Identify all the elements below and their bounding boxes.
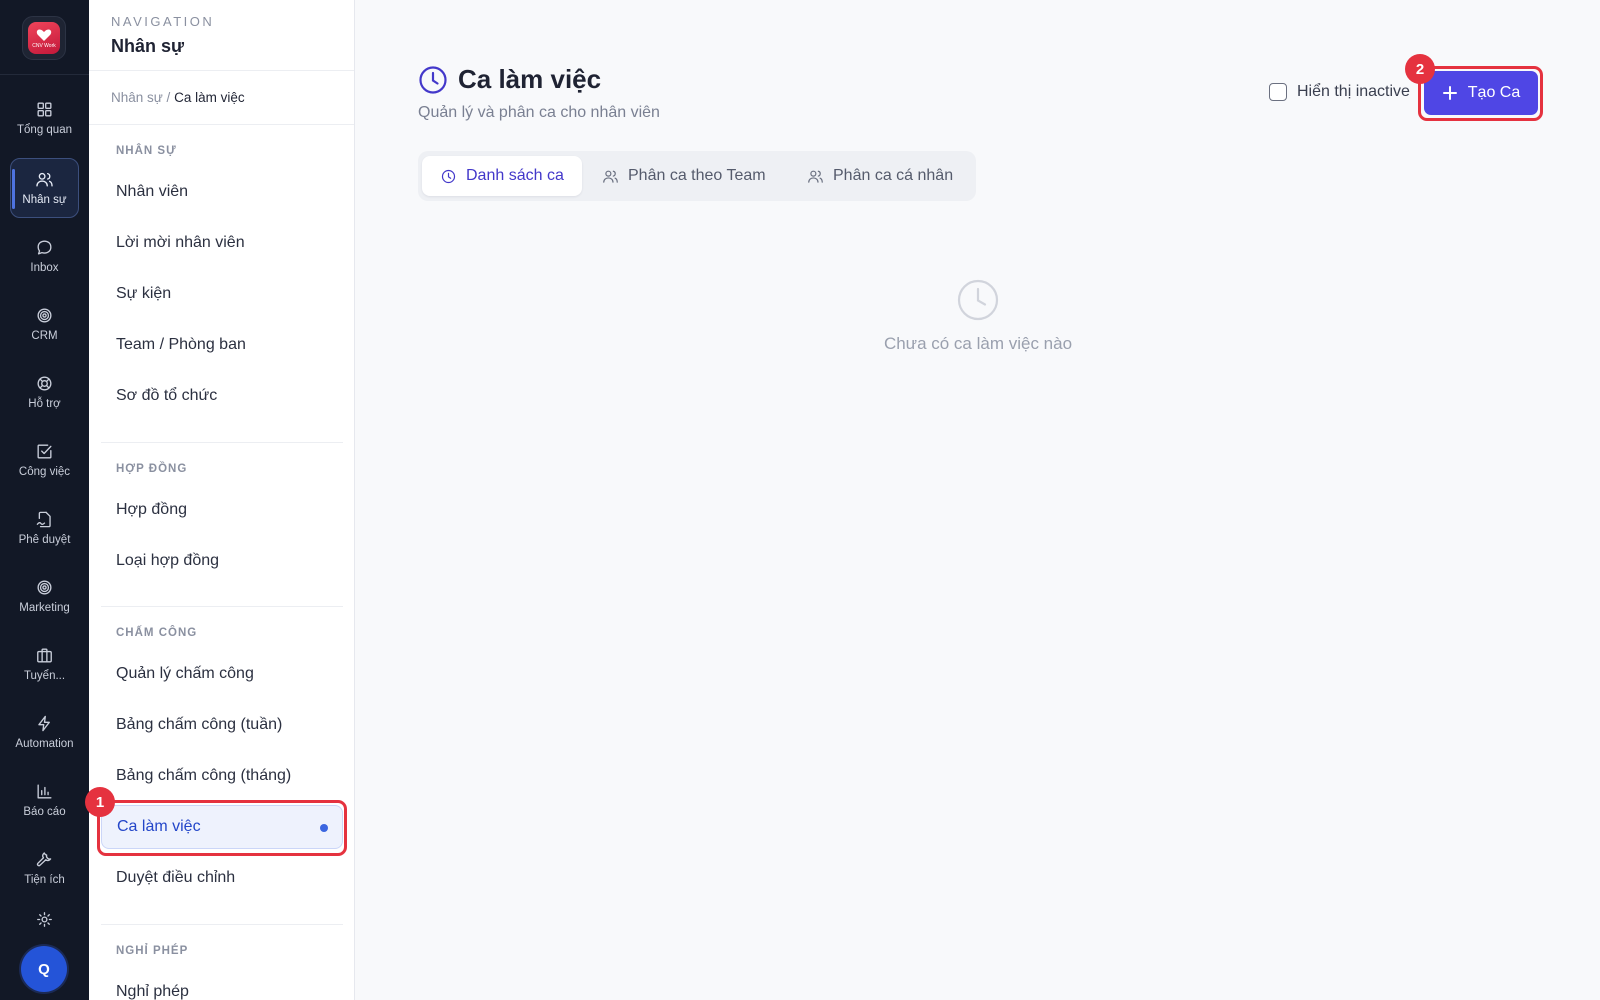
section-divider (101, 924, 343, 925)
rail-item-inbox[interactable]: Inbox (10, 226, 79, 286)
clock-icon (957, 279, 999, 321)
nav-item-nghi-phep[interactable]: Nghỉ phép (101, 970, 343, 1000)
rail-item-crm[interactable]: CRM (10, 294, 79, 354)
nav-item-su-kien[interactable]: Sự kiện (101, 272, 343, 316)
nav-divider (89, 70, 354, 71)
empty-state-text: Chưa có ca làm việc nào (883, 334, 1073, 353)
page-title: Ca làm việc (458, 64, 602, 94)
nav-title: Nhân sự (111, 36, 185, 56)
rail-item-tuyen-dung[interactable]: Tuyển... (10, 634, 79, 694)
tab-phan-ca-ca-nhan[interactable]: Phân ca cá nhân (789, 156, 971, 196)
users-icon (808, 170, 823, 183)
nav-item-ca-lam-viec[interactable]: Ca làm việc (101, 805, 343, 849)
nav-item-quan-ly-cham-cong[interactable]: Quản lý chấm công (101, 652, 343, 696)
rail-item-label: Báo cáo (23, 806, 66, 818)
rail-item-tien-ich[interactable]: Tiện ích (10, 838, 79, 898)
active-indicator-dot (320, 824, 328, 832)
rail-item-label: Tiện ích (24, 874, 65, 886)
nav-item-label: Ca làm việc (117, 818, 201, 835)
tab-bar: Danh sách ca Phân ca theo Team Phân ca c… (418, 151, 976, 201)
nav-item-hop-dong[interactable]: Hợp đồng (101, 488, 343, 532)
nav-item-so-do-to-chuc[interactable]: Sơ đồ tổ chức (101, 374, 343, 418)
plus-icon (1442, 86, 1457, 100)
grid-icon (37, 102, 52, 117)
bar-chart-icon (37, 784, 52, 799)
rail-item-marketing[interactable]: Marketing (10, 566, 79, 626)
rail-item-automation[interactable]: Automation (10, 702, 79, 762)
create-shift-button[interactable]: Tạo Ca (1424, 71, 1538, 115)
section-label-hop-dong: HỢP ĐỒNG (116, 463, 188, 475)
lightning-icon (38, 715, 50, 732)
wrench-icon (36, 852, 52, 867)
tab-label: Danh sách ca (466, 167, 564, 184)
rail-item-label: Phê duyệt (18, 534, 71, 546)
app-logo[interactable]: CNV Work (22, 16, 66, 60)
rail-item-cong-viec[interactable]: Công việc (10, 430, 79, 490)
heart-logo-icon: CNV Work (28, 22, 60, 54)
show-inactive-toggle[interactable]: Hiển thị inactive (1269, 83, 1410, 101)
rail-item-label: CRM (31, 330, 58, 342)
tab-label: Phân ca theo Team (628, 167, 766, 184)
tab-phan-ca-theo-team[interactable]: Phân ca theo Team (584, 156, 784, 196)
rail-item-label: Hỗ trợ (28, 398, 61, 410)
navigation-panel: NAVIGATION Nhân sự Nhân sự / Ca làm việc… (89, 0, 355, 1000)
step-badge-2: 2 (1405, 54, 1435, 84)
briefcase-icon (37, 648, 52, 663)
target-icon (37, 308, 52, 323)
gear-icon (37, 912, 52, 927)
create-shift-label: Tạo Ca (1467, 84, 1521, 101)
nav-item-bang-cham-cong-thang[interactable]: Bảng chấm công (tháng) (101, 754, 343, 798)
section-divider (101, 442, 343, 443)
nav-item-loi-moi-nhan-vien[interactable]: Lời mời nhân viên (101, 221, 343, 265)
breadcrumb-current: Ca làm việc (174, 90, 245, 105)
users-icon (36, 172, 53, 187)
nav-item-loai-hop-dong[interactable]: Loại hợp đồng (101, 539, 343, 583)
rail-item-tong-quan[interactable]: Tổng quan (10, 88, 79, 148)
rail-item-label: Công việc (18, 466, 71, 478)
rail-item-bao-cao[interactable]: Báo cáo (10, 770, 79, 830)
chat-icon (37, 240, 52, 255)
rail-item-label: Tổng quan (17, 124, 72, 136)
nav-item-bang-cham-cong-tuan[interactable]: Bảng chấm công (tuần) (101, 703, 343, 747)
rail-item-ho-tro[interactable]: Hỗ trợ (10, 362, 79, 422)
rail-item-label: Marketing (19, 602, 70, 614)
step-badge-1: 1 (85, 787, 115, 817)
section-divider (101, 606, 343, 607)
lifebuoy-icon (37, 376, 52, 391)
section-label-cham-cong: CHẤM CÔNG (116, 627, 198, 639)
rail-item-phe-duyet[interactable]: Phê duyệt (10, 498, 79, 558)
file-signature-icon (36, 511, 51, 528)
rail-item-label: Nhân sự (22, 194, 67, 206)
page-header: Ca làm việc (418, 64, 601, 95)
users-icon (603, 170, 618, 183)
nav-caption: NAVIGATION (111, 14, 215, 29)
rail-divider (0, 74, 89, 75)
empty-state: Chưa có ca làm việc nào (818, 278, 1138, 354)
page-subtitle: Quản lý và phân ca cho nhân viên (418, 104, 660, 121)
rail-item-label: Inbox (30, 262, 59, 274)
show-inactive-label[interactable]: Hiển thị inactive (1297, 83, 1410, 101)
user-avatar[interactable]: Q (21, 946, 67, 992)
nav-divider (89, 124, 354, 125)
tab-danh-sach-ca[interactable]: Danh sách ca (422, 156, 582, 196)
target-icon (37, 580, 52, 595)
nav-item-nhan-vien[interactable]: Nhân viên (101, 170, 343, 214)
tab-label: Phân ca cá nhân (833, 167, 954, 184)
nav-item-team-phong-ban[interactable]: Team / Phòng ban (101, 323, 343, 367)
section-label-nghi-phep: NGHỈ PHÉP (116, 945, 189, 957)
section-label-nhan-su: NHÂN SỰ (116, 145, 177, 157)
rail-item-nhan-su[interactable]: Nhân sự (10, 158, 79, 218)
nav-item-duyet-dieu-chinh[interactable]: Duyệt điều chỉnh (101, 856, 343, 900)
rail-item-label: Automation (15, 738, 74, 750)
breadcrumb-parent[interactable]: Nhân sự / (111, 90, 170, 105)
check-square-icon (37, 444, 52, 459)
clock-icon (419, 65, 447, 94)
show-inactive-checkbox[interactable] (1269, 83, 1287, 101)
breadcrumb: Nhân sự / Ca làm việc (111, 90, 245, 105)
clock-icon (441, 169, 456, 183)
icon-rail: CNV Work Tổng quan Nhân sự Inbox CRM Hỗ … (0, 0, 89, 1000)
logo-text: CNV Work (32, 42, 56, 49)
rail-item-label: Tuyển... (23, 670, 66, 682)
